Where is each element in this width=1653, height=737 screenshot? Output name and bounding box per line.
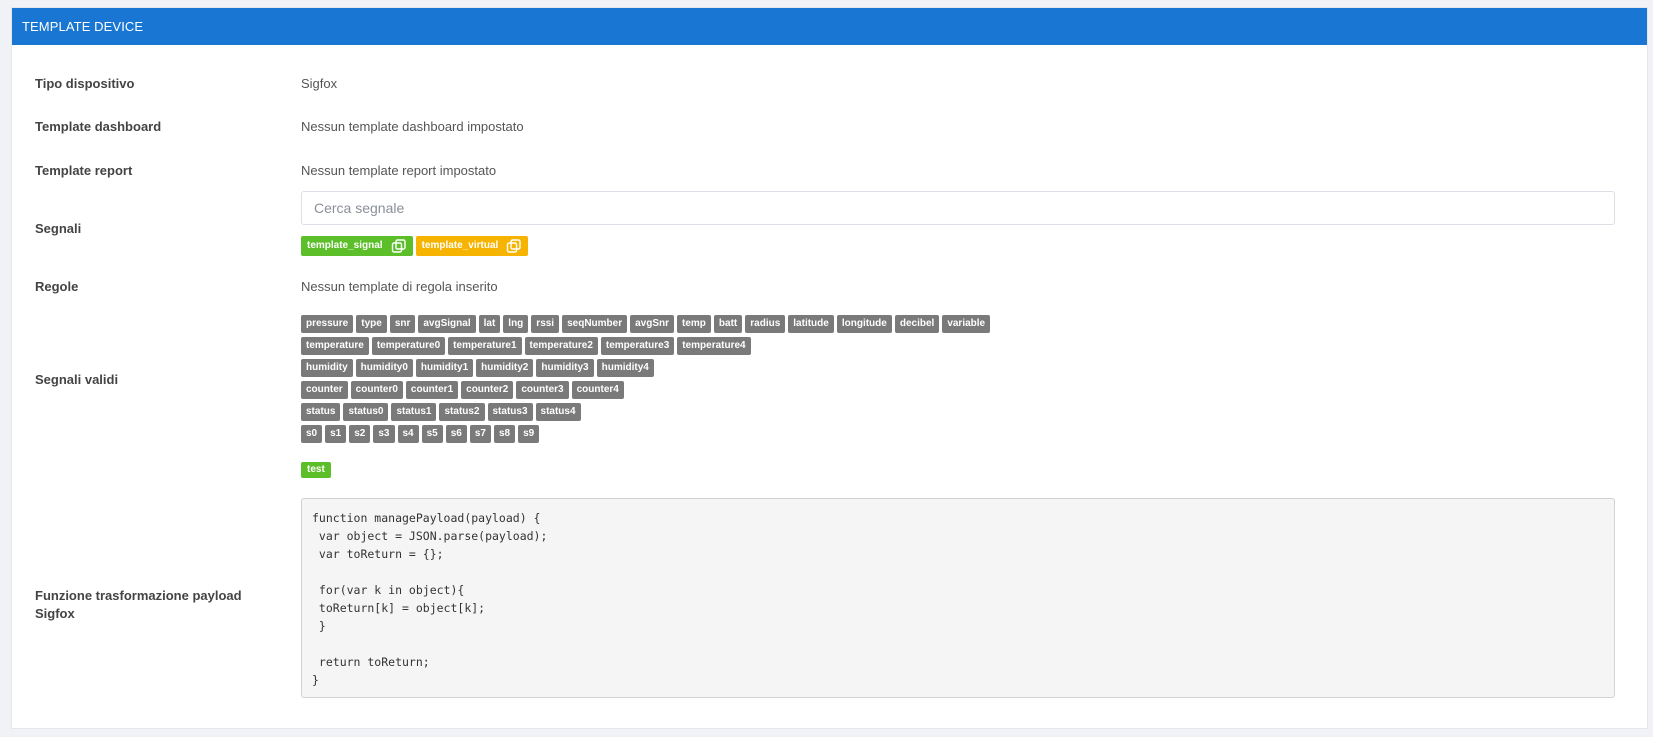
valid-signal-chip: s8 (494, 425, 516, 443)
test-chip[interactable]: test (301, 462, 331, 478)
valid-signal-chip: status1 (391, 403, 437, 421)
valid-signal-chip: temperature1 (448, 337, 522, 355)
template-signal-chip[interactable]: template_signal (301, 236, 413, 256)
panel-title: TEMPLATE DEVICE (12, 8, 1647, 45)
copy-icon[interactable] (506, 239, 522, 253)
transform-label-line2: Sigfox (35, 606, 75, 621)
valid-signal-chip: avgSnr (630, 315, 675, 333)
valid-signal-chip: s5 (421, 425, 443, 443)
valid-signal-chip: lat (478, 315, 501, 333)
valid-signal-chip: status (301, 403, 341, 421)
valid-signal-chip: variable (942, 315, 991, 333)
signals-label: Segnali (35, 221, 82, 236)
template-signal-chips: template_signal template_virtual (301, 236, 531, 256)
valid-signal-chip: avgSignal (418, 315, 476, 333)
copy-icon[interactable] (391, 239, 407, 253)
report-label: Template report (35, 163, 133, 178)
valid-signal-chip: humidity4 (596, 359, 654, 377)
valid-signal-chip: humidity3 (536, 359, 594, 377)
transform-label-line1: Funzione trasformazione payload (35, 588, 242, 603)
valid-signal-chip: counter4 (571, 381, 624, 399)
valid-signal-line: humidity humidity0 humidity1 humidity2 humid… (301, 359, 654, 377)
valid-signal-chip: longitude (836, 315, 892, 333)
valid-signals-label: Segnali validi (35, 372, 119, 387)
valid-signal-chip: pressure (301, 315, 354, 333)
valid-signal-chip: temperature0 (371, 337, 446, 355)
device-type-value: Sigfox (301, 76, 338, 91)
valid-signal-line: counter counter0 counter1 counter2 counter3 c… (301, 381, 624, 399)
valid-signal-chip: counter1 (405, 381, 459, 399)
valid-signal-line: pressure type snr avgSignal lat lng rssi seqNum… (301, 315, 991, 333)
valid-signal-chip: counter3 (516, 381, 569, 399)
valid-signal-chip: status2 (439, 403, 485, 421)
valid-signal-chip: rssi (531, 315, 560, 333)
dashboard-label: Template dashboard (35, 119, 162, 134)
valid-signal-chip: counter0 (350, 381, 403, 399)
valid-signal-chip: humidity0 (355, 359, 413, 377)
valid-signal-chip: radius (745, 315, 786, 333)
transform-label: Funzione trasformazione payload Sigfox (35, 587, 265, 623)
valid-signal-chip: temperature4 (677, 337, 751, 355)
valid-signal-chip: lng (503, 315, 529, 333)
valid-signal-line: s0 s1 s2 s3 s4 s5 s6 s7 s8 s9 (301, 425, 540, 443)
payload-code-editor[interactable]: function managePayload(payload) { var ob… (301, 498, 1615, 698)
valid-signal-chip: snr (389, 315, 416, 333)
report-value: Nessun template report impostato (301, 163, 497, 178)
device-type-label: Tipo dispositivo (35, 76, 135, 91)
valid-signal-chip: status3 (487, 403, 533, 421)
rules-label: Regole (35, 279, 79, 294)
valid-signal-chip: s4 (397, 425, 419, 443)
dashboard-value: Nessun template dashboard impostato (301, 119, 524, 134)
valid-signal-chip: status4 (535, 403, 581, 421)
valid-signal-chip: s9 (518, 425, 540, 443)
valid-signal-chip: s1 (325, 425, 347, 443)
valid-signal-chip: s2 (349, 425, 371, 443)
valid-signal-chip: counter (301, 381, 348, 399)
valid-signal-chip: temperature2 (524, 337, 598, 355)
valid-signal-chip: temp (677, 315, 711, 333)
valid-signal-chip: humidity1 (415, 359, 474, 377)
valid-signal-chip: s3 (373, 425, 395, 443)
valid-signal-chip: s7 (469, 425, 491, 443)
valid-signal-chip: humidity2 (476, 359, 534, 377)
valid-signal-chip: counter2 (461, 381, 514, 399)
valid-signal-chip: status0 (343, 403, 389, 421)
valid-signal-chip: humidity (301, 359, 353, 377)
valid-signal-chip: temperature (301, 337, 369, 355)
valid-signal-chip: latitude (788, 315, 834, 333)
valid-signal-line: temperature temperature0 temperature1 tempe… (301, 337, 751, 355)
template-virtual-chip-label: template_virtual (421, 240, 499, 251)
template-signal-chip-label: template_signal (307, 240, 383, 251)
rules-value: Nessun template di regola inserito (301, 279, 498, 294)
valid-signal-chip: seqNumber (562, 315, 628, 333)
signal-search-input[interactable] (301, 191, 1615, 225)
valid-signal-chip: batt (713, 315, 743, 333)
template-virtual-chip[interactable]: template_virtual (415, 236, 529, 256)
valid-signal-chip: s6 (445, 425, 467, 443)
valid-signal-chip: temperature3 (600, 337, 675, 355)
valid-signal-chip: decibel (894, 315, 940, 333)
valid-signal-chip: type (356, 315, 387, 333)
valid-signal-chip: s0 (301, 425, 323, 443)
valid-signal-line: status status0 status1 status2 status3 status… (301, 403, 581, 421)
